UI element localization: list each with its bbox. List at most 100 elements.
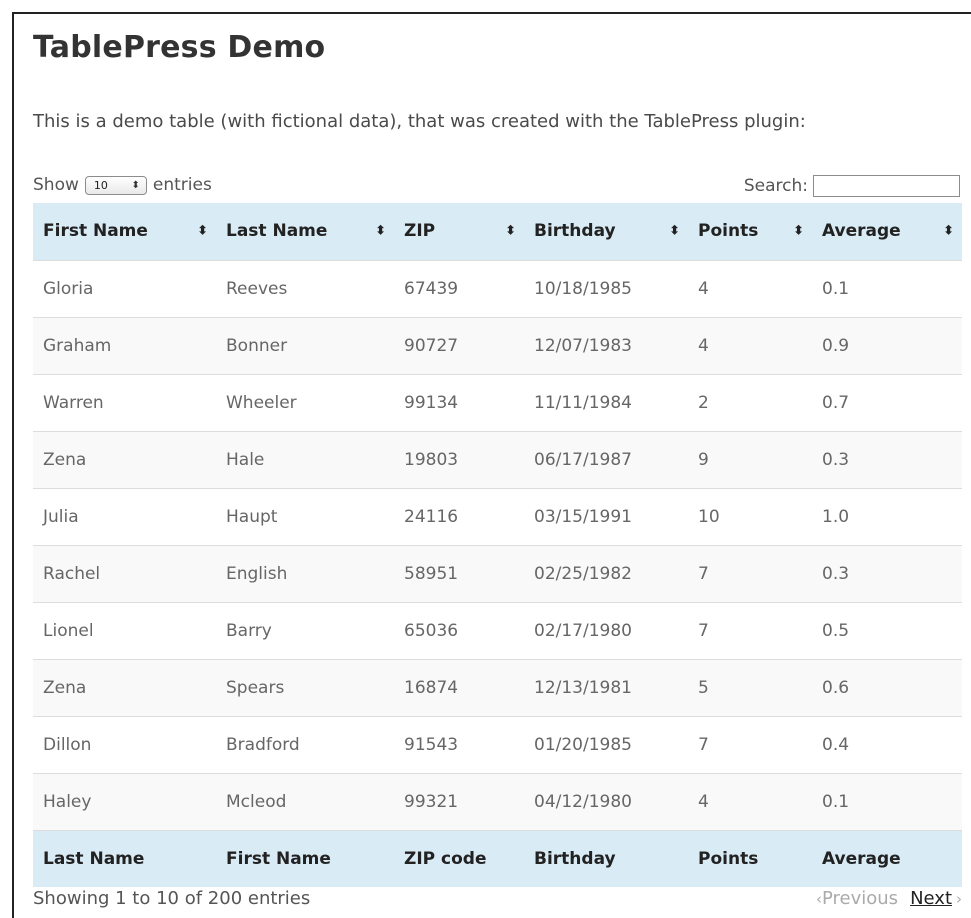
cell-last-name: Hale [216,430,394,488]
cell-average: 0.1 [812,772,962,830]
cell-last-name: Mcleod [216,772,394,830]
table-row: Haley Mcleod 99321 04/12/1980 4 0.1 [33,772,962,830]
cell-first-name: Rachel [33,544,216,602]
cell-points: 4 [688,259,812,317]
header-label: ZIP [404,221,436,242]
cell-birthday: 03/15/1991 [524,487,688,545]
header-label: Birthday [534,221,616,242]
header-label: Points [698,221,759,242]
cell-points: 7 [688,601,812,659]
cell-points: 9 [688,430,812,488]
cell-birthday: 12/13/1981 [524,658,688,716]
cell-zip: 67439 [394,259,524,317]
cell-last-name: Wheeler [216,373,394,431]
cell-points: 5 [688,658,812,716]
cell-birthday: 02/17/1980 [524,601,688,659]
search-label: Search: [743,176,808,196]
entries-length-select[interactable]: 10 ⬍ [84,175,147,195]
cell-zip: 19803 [394,430,524,488]
cell-average: 0.9 [812,316,962,374]
footer-cell: First Name [216,829,394,887]
cell-points: 7 [688,544,812,602]
cell-first-name: Lionel [33,601,216,659]
cell-zip: 90727 [394,316,524,374]
column-header-first-name[interactable]: First Name ⬍ [33,203,216,260]
entries-length-value: 10 [93,178,108,192]
table-row: Zena Hale 19803 06/17/1987 9 0.3 [33,430,962,488]
entries-length-control: Show 10 ⬍ entries [33,175,212,195]
sort-both-icon: ⬍ [669,223,680,239]
cell-zip: 24116 [394,487,524,545]
sort-both-icon: ⬍ [375,223,386,239]
cell-birthday: 02/25/1982 [524,544,688,602]
cell-first-name: Warren [33,373,216,431]
cell-average: 0.3 [812,544,962,602]
header-label: First Name [43,221,148,242]
table-row: Rachel English 58951 02/25/1982 7 0.3 [33,544,962,602]
cell-first-name: Graham [33,316,216,374]
header-label: Average [822,221,901,242]
cell-birthday: 06/17/1987 [524,430,688,488]
table-header-row: First Name ⬍ Last Name ⬍ ZIP ⬍ Birthday ⬍ Po… [33,203,962,260]
cell-last-name: Spears [216,658,394,716]
page-title: TablePress Demo [33,30,326,65]
cell-zip: 91543 [394,715,524,773]
table-row: Warren Wheeler 99134 11/11/1984 2 0.7 [33,373,962,431]
intro-text: This is a demo table (with fictional dat… [33,111,806,132]
cell-average: 0.1 [812,259,962,317]
previous-button[interactable]: ‹ Previous [816,888,898,909]
footer-cell: Average [812,829,962,887]
column-header-zip[interactable]: ZIP ⬍ [394,203,524,260]
cell-zip: 16874 [394,658,524,716]
select-arrows-icon: ⬍ [131,179,140,191]
table-row: Dillon Bradford 91543 01/20/1985 7 0.4 [33,715,962,773]
cell-points: 7 [688,715,812,773]
cell-average: 0.3 [812,430,962,488]
cell-first-name: Dillon [33,715,216,773]
cell-first-name: Zena [33,658,216,716]
cell-average: 0.5 [812,601,962,659]
cell-first-name: Julia [33,487,216,545]
cell-last-name: Bonner [216,316,394,374]
data-table: First Name ⬍ Last Name ⬍ ZIP ⬍ Birthday ⬍ Po… [33,203,962,887]
cell-zip: 99134 [394,373,524,431]
search-input[interactable] [813,175,960,197]
search-control: Search: [744,175,960,197]
cell-last-name: Haupt [216,487,394,545]
table-row: Zena Spears 16874 12/13/1981 5 0.6 [33,658,962,716]
cell-zip: 58951 [394,544,524,602]
column-header-points[interactable]: Points ⬍ [688,203,812,260]
sort-both-icon: ⬍ [197,223,208,239]
cell-zip: 99321 [394,772,524,830]
previous-label: Previous [821,888,899,909]
next-button[interactable]: Next [910,888,952,909]
cell-points: 4 [688,316,812,374]
cell-last-name: Barry [216,601,394,659]
column-header-average[interactable]: Average ⬍ [812,203,962,260]
column-header-last-name[interactable]: Last Name ⬍ [216,203,394,260]
cell-points: 2 [688,373,812,431]
cell-last-name: English [216,544,394,602]
sort-both-icon: ⬍ [793,223,804,239]
show-label: Show [33,175,79,195]
cell-average: 0.7 [812,373,962,431]
footer-cell: Birthday [524,829,688,887]
cell-average: 0.6 [812,658,962,716]
pagination: ‹ Previous Next › [816,888,962,909]
cell-birthday: 10/18/1985 [524,259,688,317]
cell-first-name: Gloria [33,259,216,317]
cell-birthday: 01/20/1985 [524,715,688,773]
table-row: Gloria Reeves 67439 10/18/1985 4 0.1 [33,259,962,317]
cell-last-name: Bradford [216,715,394,773]
table-footer-row: Last Name First Name ZIP code Birthday P… [33,829,962,887]
cell-birthday: 12/07/1983 [524,316,688,374]
footer-cell: ZIP code [394,829,524,887]
sort-both-icon: ⬍ [943,223,954,239]
sort-both-icon: ⬍ [505,223,516,239]
cell-points: 10 [688,487,812,545]
footer-cell: Last Name [33,829,216,887]
table-row: Graham Bonner 90727 12/07/1983 4 0.9 [33,316,962,374]
cell-points: 4 [688,772,812,830]
column-header-birthday[interactable]: Birthday ⬍ [524,203,688,260]
entries-label: entries [152,175,212,195]
